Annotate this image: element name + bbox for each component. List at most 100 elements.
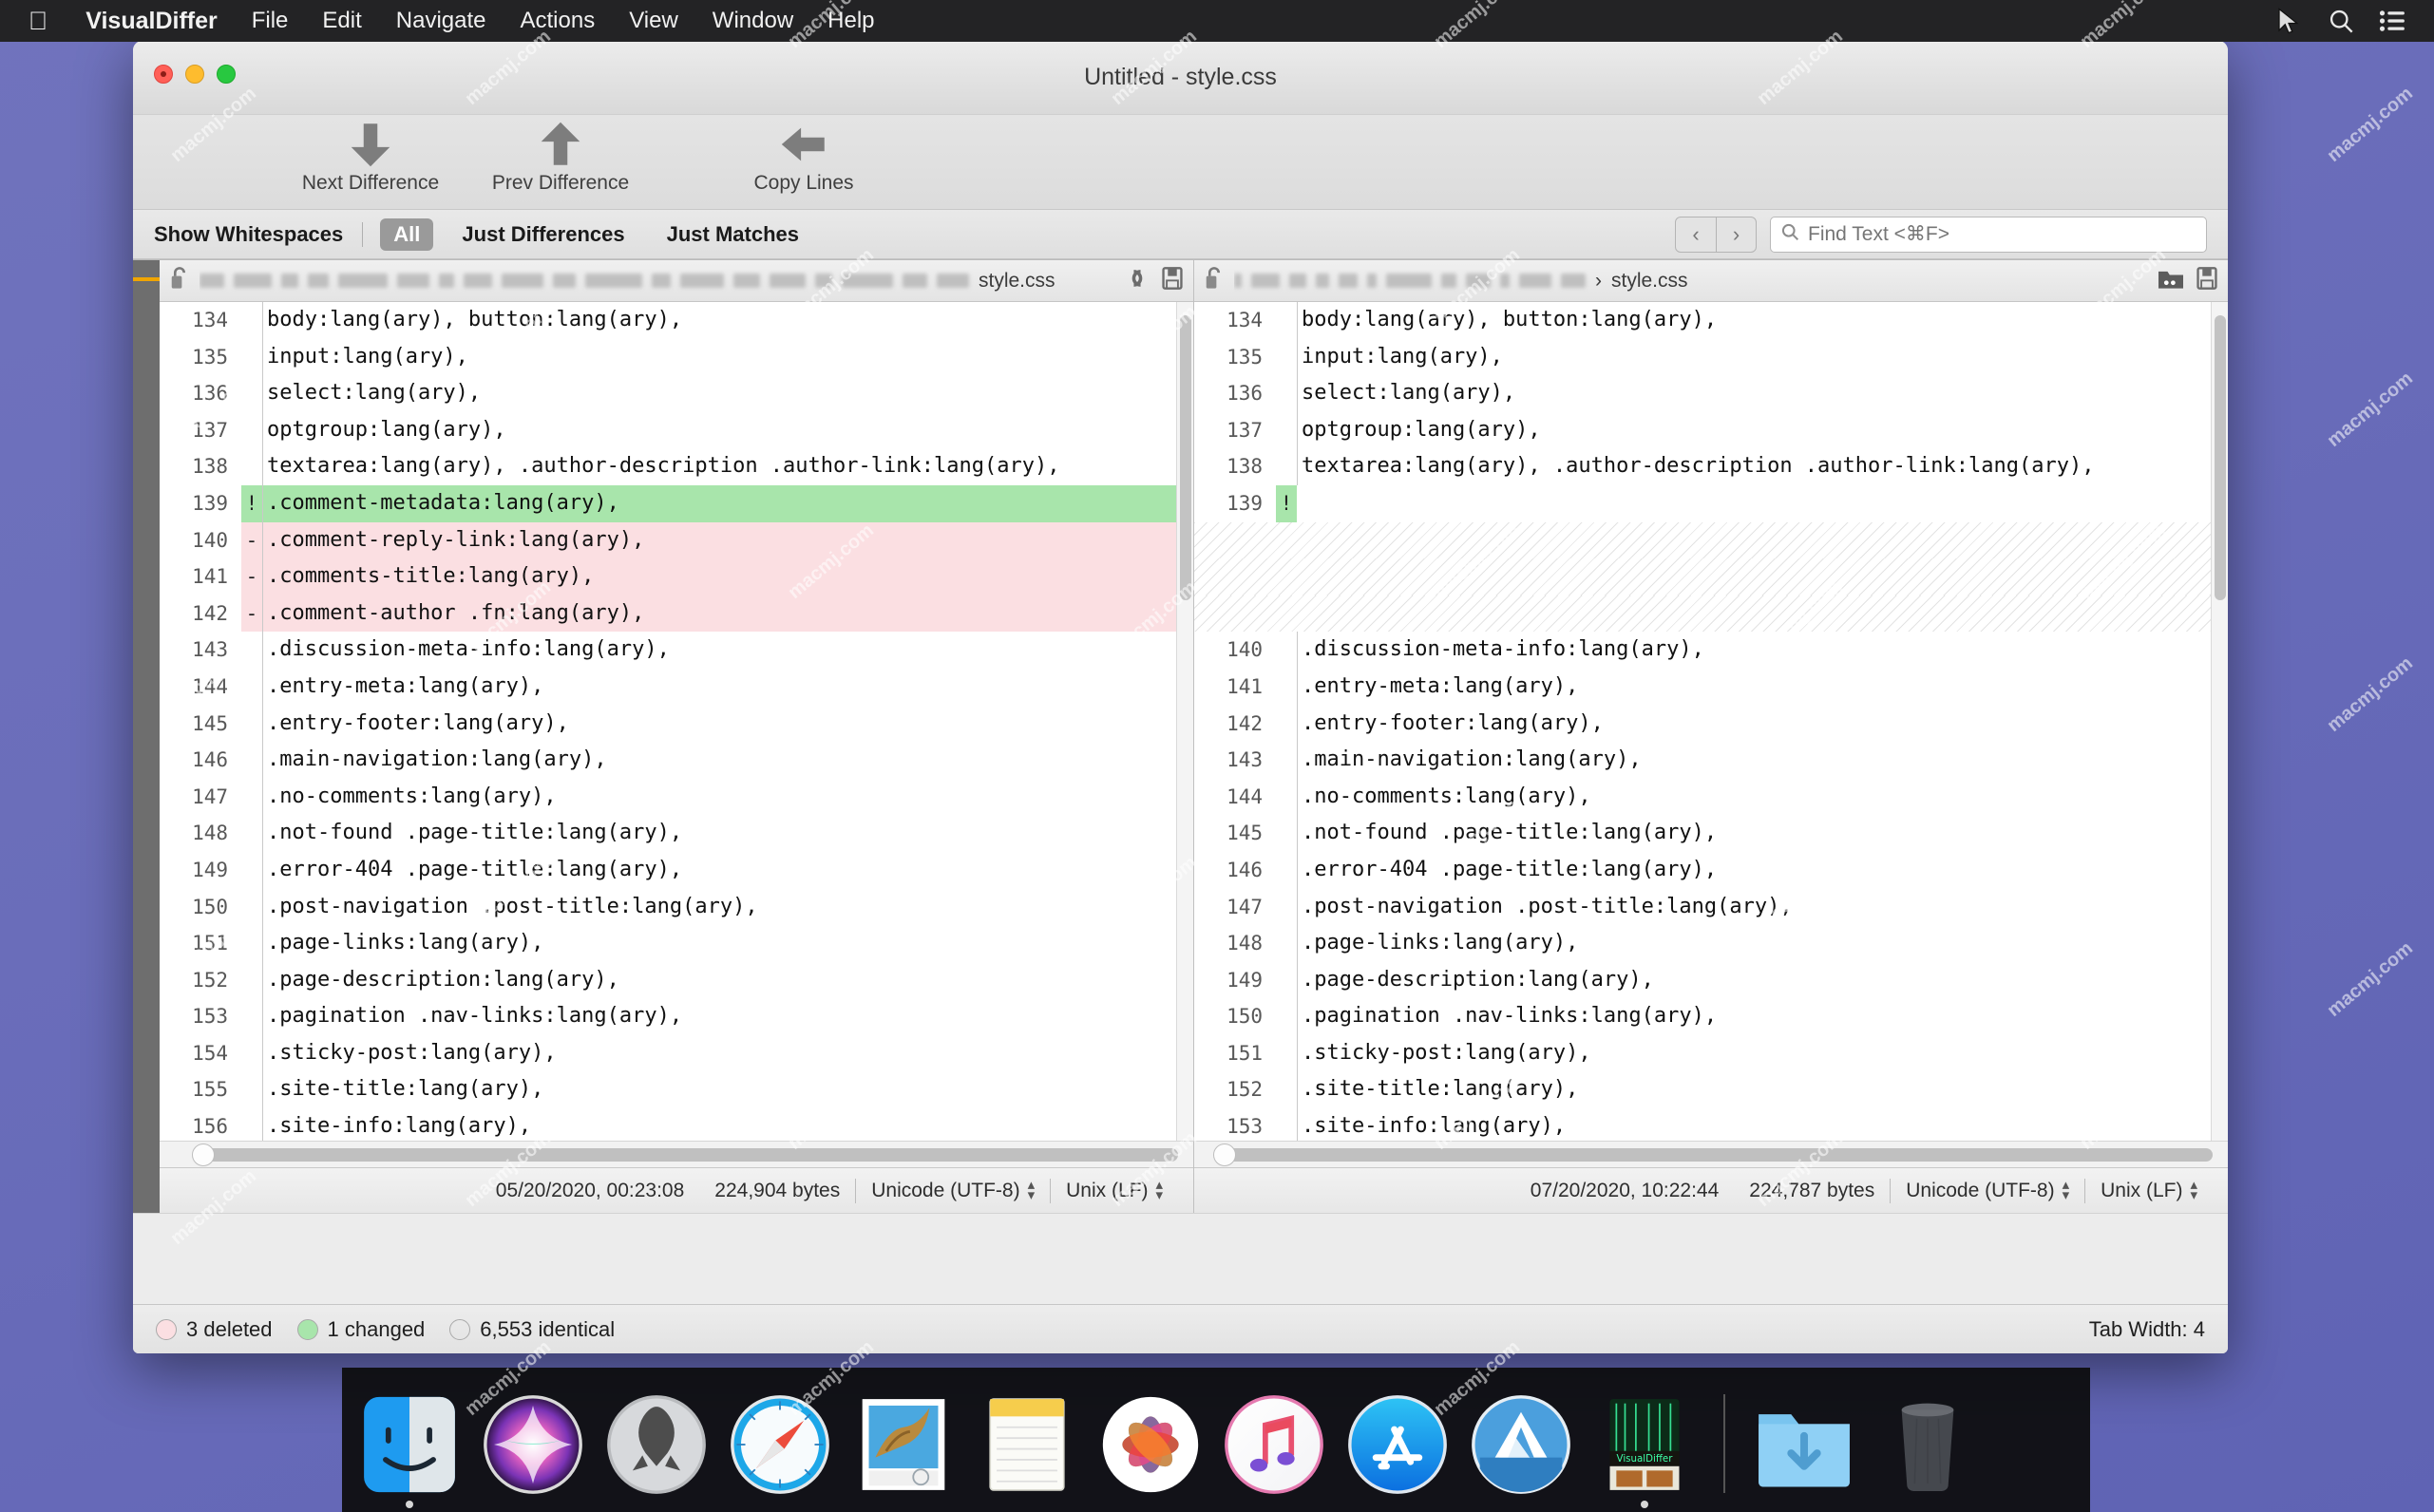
right-code-area[interactable]: 134 body:lang(ary), button:lang(ary), 135 i…	[1194, 302, 2228, 1141]
code-line-row[interactable]: 142- .comment-author .fn:lang(ary),	[160, 595, 1176, 633]
code-line-text[interactable]: .sticky-post:lang(ary),	[1297, 1034, 2211, 1072]
right-line-ending-select[interactable]: Unix (LF) ▴ ▾	[2085, 1178, 2213, 1202]
right-vertical-scrollbar[interactable]	[2211, 302, 2228, 1141]
code-line-row[interactable]: 138 textarea:lang(ary), .author-descripti…	[1194, 448, 2211, 485]
code-line-text[interactable]: .entry-meta:lang(ary),	[1297, 668, 2211, 706]
code-line-row[interactable]: 153 .pagination .nav-links:lang(ary),	[160, 998, 1176, 1035]
code-line-row[interactable]: 145 .entry-footer:lang(ary),	[160, 705, 1176, 743]
save-icon[interactable]	[1161, 266, 1184, 295]
right-horizontal-scrollbar[interactable]	[1194, 1141, 2228, 1167]
cleanmymac-icon[interactable]	[1467, 1390, 1575, 1499]
tab-width-label[interactable]: Tab Width: 4	[2089, 1317, 2205, 1342]
prev-difference-button[interactable]: Prev Difference	[466, 115, 656, 195]
code-line-text[interactable]: .error-404 .page-title:lang(ary),	[1297, 851, 2211, 889]
launchpad-icon[interactable]	[602, 1390, 711, 1499]
code-line-text[interactable]: .comment-metadata:lang(ary),	[262, 484, 1176, 522]
code-line-text[interactable]: .site-title:lang(ary),	[1297, 1071, 2211, 1109]
code-line-text[interactable]: .entry-footer:lang(ary),	[262, 705, 1176, 743]
code-line-text[interactable]: input:lang(ary),	[1297, 338, 2211, 376]
code-line-row[interactable]: 149 .error-404 .page-title:lang(ary),	[160, 851, 1176, 889]
code-line-row[interactable]: 146 .main-navigation:lang(ary),	[160, 742, 1176, 779]
code-line-row[interactable]: 138 textarea:lang(ary), .author-descripti…	[160, 448, 1176, 485]
apple-logo-icon[interactable]: 	[0, 8, 68, 34]
code-line-text[interactable]: .comment-reply-link:lang(ary),	[262, 521, 1176, 559]
siri-icon[interactable]	[479, 1390, 587, 1499]
code-line-text[interactable]: textarea:lang(ary), .author-description …	[1297, 448, 2211, 485]
code-line-text[interactable]: .page-links:lang(ary),	[1297, 925, 2211, 962]
code-line-text[interactable]: body:lang(ary), button:lang(ary),	[1297, 302, 2211, 339]
downloads-folder-icon[interactable]	[1750, 1390, 1858, 1499]
code-line-text[interactable]: .discussion-meta-info:lang(ary),	[262, 632, 1176, 669]
next-difference-button[interactable]: Next Difference	[276, 115, 466, 195]
app-store-icon[interactable]	[1343, 1390, 1452, 1499]
filter-segment-just-matches[interactable]: Just Matches	[654, 218, 812, 251]
code-line-row[interactable]: 151 .sticky-post:lang(ary),	[1194, 1034, 2211, 1072]
code-line-row[interactable]: 139! .comment-metadata:lang(ary),	[160, 484, 1176, 522]
code-line-row[interactable]: 148 .not-found .page-title:lang(ary),	[160, 815, 1176, 852]
code-line-row[interactable]: 141- .comments-title:lang(ary),	[160, 558, 1176, 595]
code-line-text[interactable]: .pagination .nav-links:lang(ary),	[1297, 998, 2211, 1035]
left-breadcrumb[interactable]: style.css	[200, 270, 1113, 293]
code-line-text[interactable]: .discussion-meta-info:lang(ary),	[1297, 632, 2211, 669]
code-line-row[interactable]: 147 .no-comments:lang(ary),	[160, 778, 1176, 816]
code-line-row[interactable]: 152 .site-title:lang(ary),	[1194, 1071, 2211, 1109]
code-line-row[interactable]: 148 .page-links:lang(ary),	[1194, 925, 2211, 962]
folder-icon[interactable]	[2156, 266, 2186, 295]
nav-prev-button[interactable]: ‹	[1676, 217, 1716, 252]
code-line-row[interactable]: 141 .entry-meta:lang(ary),	[1194, 668, 2211, 706]
code-line-row[interactable]	[1194, 521, 2211, 559]
code-line-row[interactable]: 149 .page-description:lang(ary),	[1194, 961, 2211, 999]
menu-view[interactable]: View	[612, 8, 695, 34]
code-line-row[interactable]: 150 .post-navigation .post-title:lang(ary…	[160, 888, 1176, 926]
photos-icon[interactable]	[1096, 1390, 1205, 1499]
code-line-row[interactable]: 146 .error-404 .page-title:lang(ary),	[1194, 851, 2211, 889]
code-line-text[interactable]: .error-404 .page-title:lang(ary),	[262, 851, 1176, 889]
code-line-text[interactable]: .no-comments:lang(ary),	[262, 778, 1176, 816]
code-line-row[interactable]	[1194, 558, 2211, 595]
nav-next-button[interactable]: ›	[1716, 217, 1756, 252]
code-line-row[interactable]: 142 .entry-footer:lang(ary),	[1194, 705, 2211, 743]
code-line-text[interactable]: .post-navigation .post-title:lang(ary),	[262, 888, 1176, 926]
right-encoding-select[interactable]: Unicode (UTF-8) ▴ ▾	[1891, 1178, 2084, 1202]
code-line-row[interactable]: 134 body:lang(ary), button:lang(ary),	[1194, 302, 2211, 339]
code-line-row[interactable]: 140- .comment-reply-link:lang(ary),	[160, 521, 1176, 559]
left-horizontal-scrollbar[interactable]	[160, 1141, 1193, 1167]
code-line-row[interactable]: 156 .site-info:lang(ary),	[160, 1108, 1176, 1141]
filter-segment-all[interactable]: All	[380, 217, 434, 251]
diff-overview-map[interactable]	[133, 259, 160, 1213]
menu-actions[interactable]: Actions	[504, 8, 613, 34]
code-line-row[interactable]: 139!	[1194, 484, 2211, 522]
code-line-row[interactable]: 144 .entry-meta:lang(ary),	[160, 668, 1176, 706]
left-vertical-scrollbar[interactable]	[1176, 302, 1193, 1141]
code-line-row[interactable]: 137 optgroup:lang(ary),	[1194, 411, 2211, 449]
trash-icon[interactable]	[1873, 1390, 1982, 1499]
code-line-text[interactable]: .site-title:lang(ary),	[262, 1071, 1176, 1109]
safari-icon[interactable]	[726, 1390, 834, 1499]
code-line-text[interactable]: .entry-meta:lang(ary),	[262, 668, 1176, 706]
itunes-icon[interactable]	[1220, 1390, 1328, 1499]
code-line-text[interactable]: select:lang(ary),	[1297, 375, 2211, 412]
menu-edit[interactable]: Edit	[305, 8, 378, 34]
notes-icon[interactable]	[973, 1390, 1081, 1499]
right-breadcrumb[interactable]: › style.css	[1234, 270, 2146, 293]
code-line-row[interactable]: 144 .no-comments:lang(ary),	[1194, 778, 2211, 816]
code-line-text[interactable]: optgroup:lang(ary),	[262, 411, 1176, 449]
lock-open-icon[interactable]	[1204, 266, 1225, 295]
code-line-row[interactable]: 154 .sticky-post:lang(ary),	[160, 1034, 1176, 1072]
filter-segment-just-differences[interactable]: Just Differences	[448, 218, 637, 251]
search-input[interactable]	[1808, 222, 2196, 246]
code-line-row[interactable]: 134 body:lang(ary), button:lang(ary),	[160, 302, 1176, 339]
code-line-text[interactable]: optgroup:lang(ary),	[1297, 411, 2211, 449]
code-line-row[interactable]: 152 .page-description:lang(ary),	[160, 961, 1176, 999]
code-line-row[interactable]: 145 .not-found .page-title:lang(ary),	[1194, 815, 2211, 852]
code-line-row[interactable]: 135 input:lang(ary),	[1194, 338, 2211, 376]
link-icon[interactable]	[1123, 266, 1151, 295]
code-line-row[interactable]: 151 .page-links:lang(ary),	[160, 925, 1176, 962]
code-line-row[interactable]: 153 .site-info:lang(ary),	[1194, 1108, 2211, 1141]
menu-window[interactable]: Window	[695, 8, 810, 34]
left-line-ending-select[interactable]: Unix (LF) ▴ ▾	[1051, 1178, 1178, 1202]
code-line-text[interactable]: .entry-footer:lang(ary),	[1297, 705, 2211, 743]
mail-icon[interactable]	[849, 1390, 958, 1499]
visualdiffer-icon[interactable]: VisualDiffer	[1590, 1390, 1699, 1508]
code-line-text[interactable]: .pagination .nav-links:lang(ary),	[262, 998, 1176, 1035]
